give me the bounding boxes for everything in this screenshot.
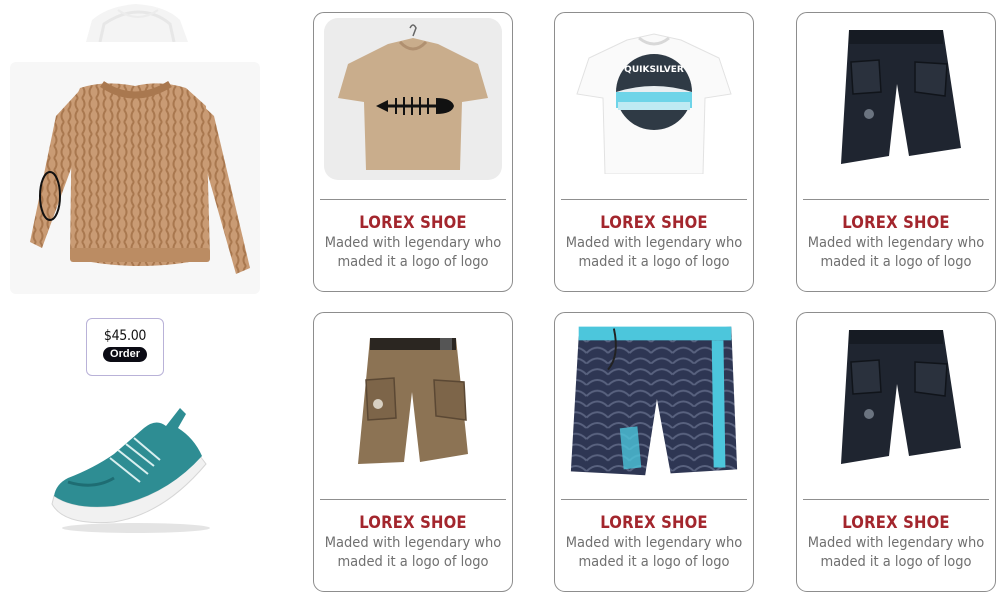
card-divider — [320, 499, 506, 500]
svg-text:QUIKSILVER: QUIKSILVER — [624, 65, 684, 75]
product-description: Maded with legendary who maded it a logo… — [807, 535, 985, 570]
product-title: LOREX SHOE — [842, 213, 950, 232]
tribal-boardshorts-image — [565, 318, 743, 480]
product-title: LOREX SHOE — [359, 513, 467, 532]
card-divider — [561, 199, 747, 200]
product-description: Maded with legendary who maded it a logo… — [324, 535, 502, 570]
order-button[interactable]: Order — [103, 347, 147, 362]
product-card[interactable]: LOREX SHOE Maded with legendary who made… — [554, 312, 754, 592]
sweater-image[interactable] — [10, 62, 260, 294]
sneaker-image[interactable] — [44, 398, 214, 538]
product-card[interactable]: LOREX SHOE Maded with legendary who made… — [313, 312, 513, 592]
product-description: Maded with legendary who maded it a logo… — [565, 235, 743, 270]
black-cargo-shorts-image — [807, 318, 985, 480]
card-divider — [803, 199, 989, 200]
product-title: LOREX SHOE — [842, 513, 950, 532]
featured-price-card: $45.00 Order — [86, 318, 164, 376]
fishbone-tshirt-image — [324, 18, 502, 180]
product-title: LOREX SHOE — [600, 213, 708, 232]
card-divider — [320, 199, 506, 200]
black-cargo-shorts-image — [807, 18, 985, 180]
product-card[interactable]: QUIKSILVER LOREX SHOE Maded with legenda… — [554, 12, 754, 292]
product-card[interactable]: LOREX SHOE Maded with legendary who made… — [313, 12, 513, 292]
product-title: LOREX SHOE — [359, 213, 467, 232]
khaki-cargo-shorts-image — [324, 318, 502, 480]
card-divider — [803, 499, 989, 500]
product-card[interactable]: LOREX SHOE Maded with legendary who made… — [796, 312, 996, 592]
featured-price: $45.00 — [103, 328, 147, 344]
quiksilver-tshirt-image: QUIKSILVER — [565, 18, 743, 180]
card-divider — [561, 499, 747, 500]
featured-column: $45.00 Order — [0, 0, 290, 600]
product-description: Maded with legendary who maded it a logo… — [807, 235, 985, 270]
product-description: Maded with legendary who maded it a logo… — [324, 235, 502, 270]
product-description: Maded with legendary who maded it a logo… — [565, 535, 743, 570]
product-card[interactable]: LOREX SHOE Maded with legendary who made… — [796, 12, 996, 292]
faded-product-image — [78, 0, 196, 43]
product-title: LOREX SHOE — [600, 513, 708, 532]
